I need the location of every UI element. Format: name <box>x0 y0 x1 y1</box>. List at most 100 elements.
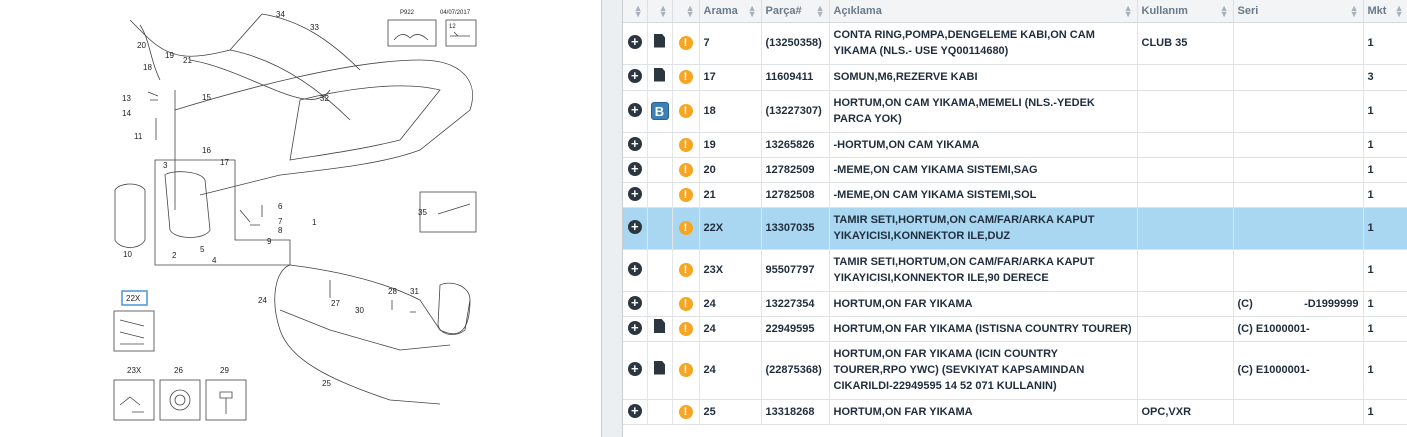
callout-19[interactable]: 19 <box>165 51 174 60</box>
expand-cell[interactable]: + <box>623 90 648 133</box>
callout-25[interactable]: 25 <box>322 379 331 388</box>
plus-circle-icon[interactable]: + <box>627 103 642 117</box>
expand-cell[interactable]: + <box>623 316 648 342</box>
table-row[interactable]: +! 22X 13307035 TAMIR SETI,HORTUM,ON CAM/FA… <box>623 207 1407 250</box>
expand-cell[interactable]: + <box>623 341 648 400</box>
table-row[interactable]: +! 24 (22875368) HORTUM,ON FAR YIKAMA (ICIN… <box>623 341 1407 400</box>
callout-24[interactable]: 24 <box>258 296 267 305</box>
expand-cell[interactable]: + <box>623 249 648 292</box>
callout-14[interactable]: 14 <box>122 109 131 118</box>
cell-parca[interactable]: 13265826 <box>761 132 830 158</box>
plus-circle-icon[interactable]: + <box>627 320 642 335</box>
warning-icon[interactable]: ! <box>678 187 693 202</box>
callout-3[interactable]: 3 <box>163 161 168 170</box>
callout-2[interactable]: 2 <box>172 251 177 260</box>
b-badge-icon[interactable]: B <box>650 101 669 120</box>
callout-22x[interactable]: 22X <box>126 294 141 303</box>
expand-cell[interactable]: + <box>623 291 648 317</box>
document-icon[interactable] <box>654 67 665 82</box>
warning-icon[interactable]: ! <box>678 296 693 311</box>
callout-29[interactable]: 29 <box>220 366 229 375</box>
plus-circle-icon[interactable]: + <box>627 362 642 376</box>
callout-33[interactable]: 33 <box>310 23 319 32</box>
cell-parca[interactable]: (13227307) <box>761 90 830 133</box>
warning-icon[interactable]: ! <box>678 404 693 419</box>
callout-10[interactable]: 10 <box>123 250 132 259</box>
callout-8[interactable]: 8 <box>278 226 283 235</box>
warning-icon[interactable]: ! <box>678 221 693 235</box>
header-plus-col[interactable]: ▲ ▼ <box>623 0 648 23</box>
table-row[interactable]: +! 7 (13250358) CONTA RING,POMPA,DENGELEME … <box>623 22 1407 65</box>
table-row[interactable]: +! 25 13318268 HORTUM,ON FAR YIKAMA OPC,VXR 1 <box>623 399 1407 425</box>
table-row[interactable]: +! 23X 95507797 TAMIR SETI,HORTUM,ON CAM/FA… <box>623 249 1407 292</box>
callout-15[interactable]: 15 <box>202 93 211 102</box>
document-icon[interactable] <box>654 360 665 375</box>
document-icon[interactable] <box>654 319 665 333</box>
cell-parca[interactable]: 12782509 <box>761 157 830 183</box>
warning-icon[interactable]: ! <box>678 263 693 277</box>
expand-cell[interactable]: + <box>623 64 648 91</box>
cell-parca[interactable]: 11609411 <box>761 64 830 91</box>
callout-26[interactable]: 26 <box>174 366 183 375</box>
callout-7[interactable]: 7 <box>278 217 283 226</box>
warning-icon[interactable]: ! <box>678 36 693 50</box>
callout-23x[interactable]: 23X <box>127 366 142 375</box>
callout-4[interactable]: 4 <box>212 256 217 265</box>
cell-parca[interactable]: 95507797 <box>761 249 830 292</box>
callout-17[interactable]: 17 <box>220 158 229 167</box>
header-mkt[interactable]: Mkt ▲ ▼ <box>1363 0 1407 23</box>
document-icon[interactable] <box>654 33 665 48</box>
cell-parca[interactable]: 22949595 <box>761 316 830 342</box>
expand-cell[interactable]: + <box>623 22 648 65</box>
header-arama[interactable]: Arama ▲ ▼ <box>699 0 762 23</box>
table-row[interactable]: + B! 18 (13227307) HORTUM,ON CAM YIKAMA,MEME… <box>623 90 1407 133</box>
plus-circle-icon[interactable]: + <box>627 220 642 234</box>
callout-27[interactable]: 27 <box>331 299 340 308</box>
callout-13[interactable]: 13 <box>122 94 131 103</box>
callout-31[interactable]: 31 <box>410 287 419 296</box>
plus-circle-icon[interactable]: + <box>627 262 642 276</box>
expand-cell[interactable]: + <box>623 399 648 425</box>
warning-icon[interactable]: ! <box>678 137 693 152</box>
callout-11[interactable]: 11 <box>134 132 143 141</box>
header-kullanim[interactable]: Kullanım ▲ ▼ <box>1137 0 1234 23</box>
warning-icon[interactable]: ! <box>678 363 693 377</box>
callout-34[interactable]: 34 <box>276 10 285 19</box>
callout-6[interactable]: 6 <box>278 202 283 211</box>
part-22x-box[interactable] <box>113 310 155 352</box>
plus-circle-icon[interactable]: + <box>627 186 642 201</box>
cell-parca[interactable]: 12782508 <box>761 182 830 208</box>
header-seri[interactable]: Seri ▲ ▼ <box>1233 0 1364 23</box>
callout-9[interactable]: 9 <box>267 237 272 246</box>
plus-circle-icon[interactable]: + <box>627 161 642 176</box>
expand-cell[interactable]: + <box>623 132 648 158</box>
plus-circle-icon[interactable]: + <box>627 69 642 83</box>
table-row[interactable]: +! 19 13265826 -HORTUM,ON CAM YIKAMA 1 <box>623 132 1407 158</box>
plus-circle-icon[interactable]: + <box>627 35 642 49</box>
plus-circle-icon[interactable]: + <box>627 295 642 310</box>
plus-circle-icon[interactable]: + <box>627 136 642 151</box>
callout-12[interactable]: 12 <box>449 24 456 30</box>
callout-5[interactable]: 5 <box>200 245 205 254</box>
table-row[interactable]: +! 17 11609411 SOMUN,M6,REZERVE KABI 3 <box>623 64 1407 91</box>
table-row[interactable]: +! 24 13227354 HORTUM,ON FAR YIKAMA (C) -D199… <box>623 291 1407 317</box>
warning-icon[interactable]: ! <box>678 70 693 84</box>
expand-cell[interactable]: + <box>623 157 648 183</box>
cell-parca[interactable]: (13250358) <box>761 22 830 65</box>
callout-21[interactable]: 21 <box>183 56 192 65</box>
header-aciklama[interactable]: Açıklama ▲ ▼ <box>829 0 1138 23</box>
cell-parca[interactable]: (22875368) <box>761 341 830 400</box>
expand-cell[interactable]: + <box>623 182 648 208</box>
callout-20[interactable]: 20 <box>137 41 146 50</box>
parts-diagram[interactable]: P922 04/07/2017 12 34 33 20 19 21 18 32 … <box>0 0 602 437</box>
warning-icon[interactable]: ! <box>678 162 693 177</box>
table-row[interactable]: +! 20 12782509 -MEME,ON CAM YIKAMA SISTEMI,… <box>623 157 1407 183</box>
header-warn-col[interactable]: ▲ ▼ <box>672 0 700 23</box>
part-35-box[interactable] <box>419 191 477 233</box>
parts-diagram-panel[interactable]: P922 04/07/2017 12 34 33 20 19 21 18 32 … <box>0 0 602 437</box>
table-row[interactable]: +! 21 12782508 -MEME,ON CAM YIKAMA SISTEMI,… <box>623 182 1407 208</box>
callout-28[interactable]: 28 <box>388 287 397 296</box>
header-doc-col[interactable]: ▲ ▼ <box>647 0 673 23</box>
table-row[interactable]: +! 24 22949595 HORTUM,ON FAR YIKAMA (ISTISN… <box>623 316 1407 342</box>
part-26-box[interactable] <box>159 379 201 421</box>
